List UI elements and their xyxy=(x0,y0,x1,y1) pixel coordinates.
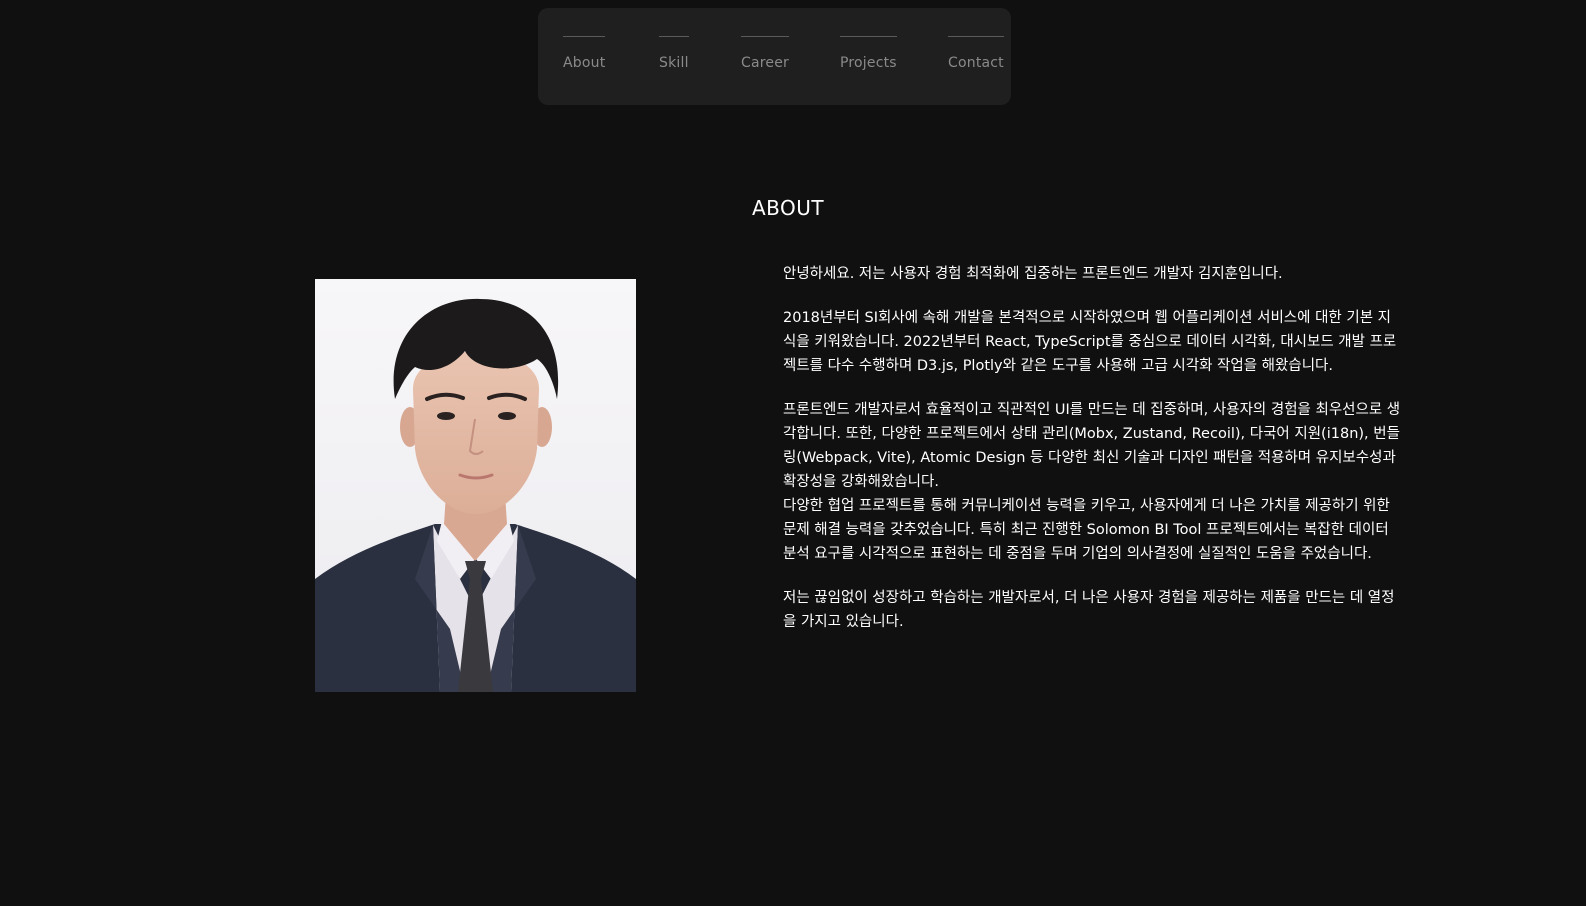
about-paragraph: 다양한 협업 프로젝트를 통해 커뮤니케이션 능력을 키우고, 사용자에게 더 … xyxy=(783,498,1390,562)
nav-item-contact[interactable]: Contact xyxy=(948,36,1004,71)
portrait-illustration xyxy=(315,279,636,692)
about-paragraph: 프론트엔드 개발자로서 효율적이고 직관적인 UI를 만드는 데 집중하며, 사… xyxy=(783,402,1401,490)
nav-item-label: Skill xyxy=(659,55,689,71)
nav-divider xyxy=(563,36,606,37)
nav-divider xyxy=(741,36,789,37)
nav-divider xyxy=(840,36,897,37)
about-paragraph: 저는 끊임없이 성장하고 학습하는 개발자로서, 더 나은 사용자 경험을 제공… xyxy=(783,590,1395,630)
section-title-about: ABOUT xyxy=(752,196,825,220)
top-navigation: About Skill Career Projects Contact xyxy=(538,8,1011,105)
nav-item-career[interactable]: Career xyxy=(741,36,789,71)
nav-item-label: Career xyxy=(741,55,789,71)
nav-divider xyxy=(659,36,689,37)
nav-divider xyxy=(948,36,1004,37)
nav-item-skill[interactable]: Skill xyxy=(659,36,689,71)
nav-item-projects[interactable]: Projects xyxy=(840,36,897,71)
about-description: 안녕하세요. 저는 사용자 경험 최적화에 집중하는 프론트엔드 개발자 김지훈… xyxy=(783,262,1403,654)
about-paragraph: 안녕하세요. 저는 사용자 경험 최적화에 집중하는 프론트엔드 개발자 김지훈… xyxy=(783,266,1283,282)
nav-item-label: Contact xyxy=(948,55,1004,71)
profile-photo xyxy=(315,279,636,692)
nav-item-about[interactable]: About xyxy=(563,36,606,71)
nav-item-label: About xyxy=(563,55,606,71)
nav-item-label: Projects xyxy=(840,55,897,71)
about-paragraph: 2018년부터 SI회사에 속해 개발을 본격적으로 시작하였으며 웹 어플리케… xyxy=(783,310,1397,374)
